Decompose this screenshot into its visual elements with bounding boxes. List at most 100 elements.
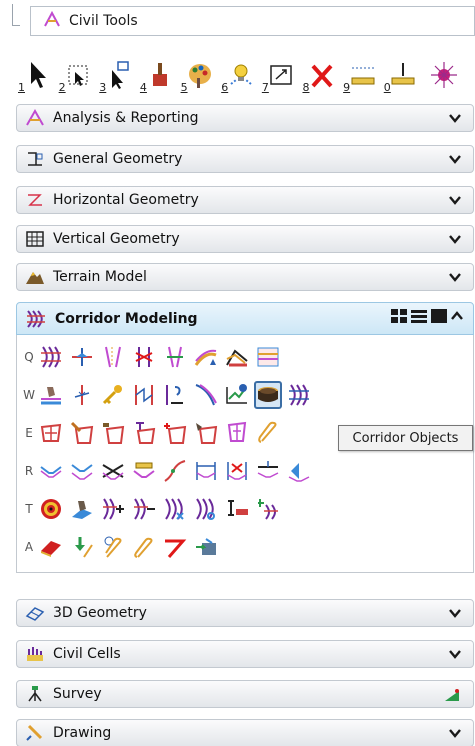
create-3d-model-tool[interactable]	[37, 533, 65, 561]
attach-clip-icon	[134, 537, 153, 558]
paint-tool[interactable]: 4	[138, 54, 177, 94]
create-corridor-tool[interactable]	[37, 343, 65, 371]
panel-vertical-geometry[interactable]: Vertical Geometry	[16, 225, 474, 253]
cross-section-icon	[40, 466, 62, 478]
section-compare-tool[interactable]	[68, 457, 96, 485]
template-drop-tool[interactable]	[68, 343, 96, 371]
panel-label: Vertical Geometry	[53, 231, 180, 247]
cross-section-tool[interactable]	[37, 457, 65, 485]
merge-corridor-tool[interactable]	[192, 495, 220, 523]
synchronize-template-tool[interactable]	[99, 419, 127, 447]
profile-view-tool[interactable]	[254, 343, 282, 371]
selection-box-icon	[68, 65, 88, 86]
split-corridor-tool[interactable]	[161, 495, 189, 523]
create-surface-tool[interactable]	[285, 381, 313, 409]
civil-tools-header[interactable]: Civil Tools	[30, 6, 475, 36]
corridor-objects-icon	[258, 387, 278, 402]
section-annotation-tool[interactable]	[223, 457, 251, 485]
query-profile-tool[interactable]	[223, 381, 251, 409]
insert-corridor-tool[interactable]	[254, 495, 282, 523]
panel-general-geometry[interactable]: General Geometry	[16, 145, 474, 173]
palette-tool[interactable]: 5	[179, 54, 218, 94]
panel-label: Corridor Modeling	[55, 310, 198, 327]
survey-icon	[28, 686, 42, 702]
list-view-icon[interactable]	[411, 309, 427, 323]
measure-height-tool[interactable]: 0	[382, 54, 421, 94]
panel-edge-marker	[12, 4, 20, 26]
lightbulb-tool[interactable]: 6	[219, 54, 258, 94]
info-clip-tool[interactable]	[99, 533, 127, 561]
add-corridor-tool[interactable]	[99, 495, 127, 523]
section-dimension-tool[interactable]	[192, 457, 220, 485]
clip-template-tool[interactable]	[254, 419, 282, 447]
grid-view-icon[interactable]	[391, 309, 407, 323]
row-key: W	[23, 388, 35, 402]
curve-widening-tool[interactable]	[192, 381, 220, 409]
fit-view-tool[interactable]: 7	[260, 54, 299, 94]
panel-label: Analysis & Reporting	[53, 110, 199, 126]
chevron-up-icon[interactable]	[451, 311, 463, 321]
template-point-tool[interactable]	[192, 419, 220, 447]
tool-row-a: A	[17, 529, 473, 565]
fit-view-icon	[270, 65, 293, 85]
panel-label: Horizontal Geometry	[53, 192, 199, 208]
section-slope-tool[interactable]	[285, 457, 313, 485]
panel-civil-cells[interactable]: Civil Cells	[16, 640, 474, 668]
panel-terrain-model[interactable]: Terrain Model	[16, 263, 474, 291]
export-model-tool[interactable]	[192, 533, 220, 561]
panel-survey[interactable]: Survey	[16, 680, 474, 708]
linear-feature-tool[interactable]	[223, 495, 251, 523]
download-component-tool[interactable]	[68, 533, 96, 561]
element-info-tool[interactable]: 3	[97, 54, 136, 94]
edit-template-tool[interactable]	[68, 419, 96, 447]
template-library-tool[interactable]	[223, 419, 251, 447]
point-control-tool[interactable]	[68, 381, 96, 409]
panel-label: Terrain Model	[53, 269, 147, 285]
surface-from-corridor-tool[interactable]	[68, 495, 96, 523]
parametric-constraint-tool[interactable]	[130, 381, 158, 409]
section-profile-tool[interactable]	[161, 457, 189, 485]
surface-corridor-icon	[289, 384, 309, 406]
panel-analysis-reporting[interactable]: Analysis & Reporting	[16, 104, 474, 132]
end-condition-tool[interactable]	[161, 343, 189, 371]
info-clip-icon	[104, 536, 122, 558]
selection-box-tool[interactable]: 2	[57, 54, 96, 94]
paint-brush-icon	[152, 63, 167, 86]
panel-drawing[interactable]: Drawing	[16, 719, 474, 746]
section-layer-tool[interactable]	[254, 457, 282, 485]
attach-clip-tool[interactable]	[130, 533, 158, 561]
panel-3d-geometry[interactable]: 3D Geometry	[16, 599, 474, 627]
delete-tool[interactable]: 8	[300, 54, 339, 94]
corridor-reference-tool[interactable]	[161, 381, 189, 409]
add-template-tool[interactable]	[161, 419, 189, 447]
section-volume-tool[interactable]	[130, 457, 158, 485]
details-view-icon[interactable]	[431, 309, 447, 323]
remove-corridor-tool[interactable]	[130, 495, 158, 523]
terrain-corridor-tool[interactable]	[223, 343, 251, 371]
measure-distance-tool[interactable]: 9	[341, 54, 380, 94]
linear-feature-icon	[228, 500, 248, 516]
corridor-objects-tool[interactable]	[254, 381, 282, 409]
panel-horizontal-geometry[interactable]: Horizontal Geometry	[16, 186, 474, 214]
corridor-transition-tool[interactable]	[99, 343, 127, 371]
download-arrow-icon	[75, 537, 93, 558]
parametric-icon	[135, 385, 153, 405]
template-library-icon	[227, 421, 247, 442]
terrain-corridor-icon	[226, 349, 248, 367]
hand-cut-tool[interactable]	[37, 381, 65, 409]
offset-line-tool[interactable]	[161, 533, 189, 561]
key-station-tool[interactable]	[99, 381, 127, 409]
section-cross-tool[interactable]	[99, 457, 127, 485]
target-alias-tool[interactable]	[37, 495, 65, 523]
superelevation-tool[interactable]	[192, 343, 220, 371]
target-icon	[41, 499, 61, 519]
select-tool[interactable]: 1	[16, 54, 55, 94]
linear-template-tool[interactable]	[130, 419, 158, 447]
transition-icon	[105, 346, 121, 368]
palette-icon	[189, 64, 212, 88]
create-template-tool[interactable]	[37, 419, 65, 447]
clip-corridor-tool[interactable]	[130, 343, 158, 371]
panel-corridor-modeling[interactable]: Corridor Modeling	[16, 302, 474, 335]
split-corridor-icon	[165, 498, 184, 520]
burst-tool[interactable]	[422, 54, 461, 94]
